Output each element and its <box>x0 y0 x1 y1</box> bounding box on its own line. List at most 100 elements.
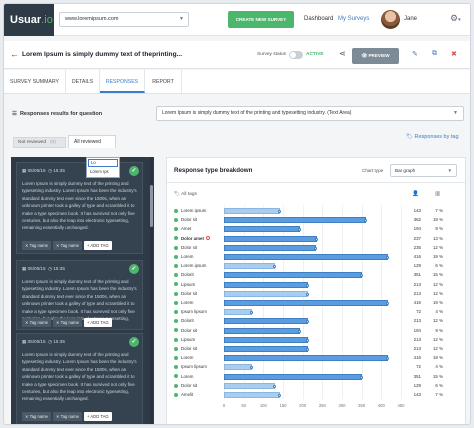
nav-my-surveys[interactable]: My Surveys <box>338 16 369 22</box>
bar[interactable] <box>224 364 254 371</box>
tag-row: ✕ Tag name ✕ Tag name + ADD TAG <box>22 412 114 421</box>
bar-percent-label: 15 % <box>432 373 443 379</box>
status-dot <box>174 374 178 379</box>
survey-status-label: Survey status <box>257 52 287 57</box>
bar-percent-label: 19 % <box>432 217 443 223</box>
bar-percent-label: 12 % <box>432 281 443 287</box>
scrollbar-thumb[interactable] <box>150 185 153 227</box>
share-icon[interactable]: ⋖ <box>339 49 346 58</box>
bar[interactable] <box>224 254 389 260</box>
tab-bar: SURVEY SUMMARY DETAILS RESPONSES REPORT <box>4 70 470 94</box>
bar[interactable] <box>224 226 302 233</box>
clock-icon: ◷ <box>48 168 53 173</box>
bar-value-label: 213 <box>413 281 421 287</box>
add-tag-button[interactable]: + ADD TAG <box>84 412 112 421</box>
responses-list: ▦ 05/05/15 ◷ 15:35 ✓ Lorem Ipsum is simp… <box>11 157 154 424</box>
all-reviewed-toggle[interactable]: All reviewed <box>68 135 116 148</box>
avatar[interactable] <box>381 10 400 29</box>
tag-chip[interactable]: ✕ Tag name <box>22 318 51 327</box>
delete-icon[interactable]: ✖ <box>451 50 457 58</box>
responses-by-tag-label: Responses by tag <box>414 134 459 140</box>
survey-status-toggle[interactable] <box>289 51 303 59</box>
status-dot <box>174 300 178 305</box>
bar[interactable] <box>224 392 282 398</box>
tab-report[interactable]: REPORT <box>145 70 182 93</box>
response-meta: ▦ 05/05/15 ◷ 15:35 <box>22 339 65 345</box>
tag-autocomplete-option[interactable]: Lorem Ips <box>90 169 109 174</box>
bar[interactable] <box>224 272 364 279</box>
logo[interactable]: Usuar.io <box>4 4 54 36</box>
preview-button[interactable]: 👁 PREVIEW <box>352 48 399 64</box>
responses-scrollbar[interactable] <box>150 157 153 424</box>
bar-category-label: Dolor sit <box>174 383 197 389</box>
not-reviewed-toggle[interactable]: Not reviewed (0) <box>13 137 66 148</box>
bar[interactable] <box>224 217 368 224</box>
tag-chip[interactable]: ✕ Tag name <box>22 412 51 421</box>
tag-autocomplete-input[interactable]: Lo <box>88 159 118 167</box>
tag-autocomplete[interactable]: Lo Lorem Ips <box>86 157 120 178</box>
bar[interactable] <box>224 300 389 306</box>
responses-by-tag-link[interactable]: 🏷 Responses by tag <box>406 134 459 140</box>
bar-value-label: 362 <box>413 217 421 223</box>
bar[interactable] <box>224 382 276 389</box>
bar-category-label: Lorem <box>174 355 193 361</box>
bar-percent-label: 15 % <box>432 272 443 278</box>
bar-handle <box>305 283 309 287</box>
bar[interactable] <box>224 355 389 362</box>
bar-category-label: Dolor sit <box>174 291 197 297</box>
bar[interactable] <box>224 208 282 214</box>
bar-value-label: 72 <box>416 309 421 315</box>
status-dot <box>174 337 178 342</box>
tag-chip[interactable]: ✕ Tag name <box>53 241 82 250</box>
tag-chip[interactable]: ✕ Tag name <box>53 318 82 327</box>
bar[interactable] <box>224 318 309 325</box>
bar-percent-label: 7 % <box>435 208 443 213</box>
add-tag-button[interactable]: + ADD TAG <box>84 241 112 250</box>
bar[interactable] <box>224 235 319 242</box>
tab-details[interactable]: DETAILS <box>66 70 100 93</box>
back-arrow-icon[interactable]: ← <box>10 49 19 59</box>
question-select[interactable]: Lorem Ipsum is simply dummy text of the … <box>156 106 464 121</box>
bar[interactable] <box>224 327 302 334</box>
check-icon[interactable]: ✓ <box>129 166 139 176</box>
edit-icon[interactable]: ✎ <box>412 50 418 58</box>
tab-responses[interactable]: RESPONSES <box>100 70 145 93</box>
gear-icon[interactable]: ⚙▾ <box>450 13 461 24</box>
status-dot <box>174 392 178 397</box>
check-icon[interactable]: ✓ <box>129 337 139 347</box>
bar[interactable] <box>224 263 276 270</box>
x-tick-label: 200 <box>299 403 307 408</box>
chart-type-select[interactable]: Bar graph ▼ <box>390 164 457 177</box>
results-label: ☰ Responses results for question <box>12 111 102 117</box>
bar-value-label: 194 <box>413 327 421 333</box>
survey-header: ← Lorem Ipsum is simply dummy text of th… <box>4 41 470 69</box>
create-new-survey-button[interactable]: CREATE NEW SURVEY <box>228 11 294 28</box>
bar[interactable] <box>224 309 254 316</box>
x-tick-label: 300 <box>338 403 346 408</box>
bar[interactable] <box>224 244 318 251</box>
user-name[interactable]: Jane <box>404 16 417 22</box>
check-icon[interactable]: ✓ <box>129 264 139 274</box>
website-selector[interactable]: www.loremipsum.com ▼ <box>59 12 189 27</box>
response-card[interactable]: ▦ 05/05/15 ◷ 15:35 ✓ Lorem Ipsum is simp… <box>16 162 143 254</box>
bar[interactable] <box>224 346 309 352</box>
add-tag-button[interactable]: + ADD TAG <box>84 318 112 327</box>
question-select-value: Lorem Ipsum is simply dummy text of the … <box>162 110 352 116</box>
bar[interactable] <box>224 290 309 297</box>
bar-handle <box>305 292 309 296</box>
bar-value-label: 213 <box>413 318 421 324</box>
response-time: 15:35 <box>53 339 65 344</box>
bar[interactable] <box>224 373 364 380</box>
x-tick-label: 250 <box>318 403 326 408</box>
tag-chip[interactable]: ✕ Tag name <box>53 412 82 421</box>
tag-chip[interactable]: ✕ Tag name <box>22 241 51 250</box>
response-card[interactable]: ▦ 05/05/15 ◷ 15:35 ✓ Lorem Ipsum is simp… <box>16 260 143 330</box>
bar[interactable] <box>224 336 309 343</box>
response-card[interactable]: ▦ 05/05/15 ◷ 15:35 ✓ Lorem Ipsum is simp… <box>16 333 143 424</box>
tab-survey-summary[interactable]: SURVEY SUMMARY <box>4 70 66 93</box>
copy-icon[interactable]: ⧉ <box>432 50 437 58</box>
tag-chip-label: Tag name <box>60 243 79 248</box>
bar[interactable] <box>224 281 309 288</box>
nav-dashboard[interactable]: Dashboard <box>304 16 333 22</box>
response-date: 05/05/15 <box>27 266 46 271</box>
